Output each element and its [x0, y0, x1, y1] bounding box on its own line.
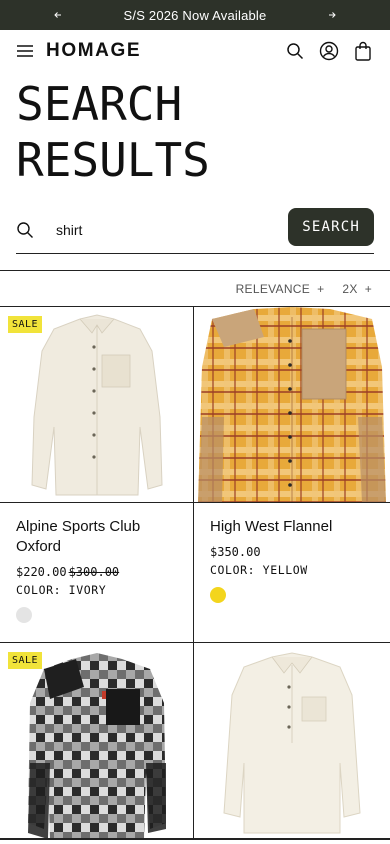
- product-image[interactable]: [194, 643, 390, 839]
- product-info: High West Flannel $350.00 COLOR: YELLOW: [194, 503, 390, 642]
- search-input[interactable]: [56, 214, 289, 245]
- product-image[interactable]: SALE: [0, 643, 193, 839]
- menu-icon[interactable]: [16, 39, 40, 63]
- sort-label: RELEVANCE: [235, 281, 311, 296]
- product-color-label: COLOR: YELLOW: [210, 563, 308, 577]
- product-card[interactable]: SALE Alpine Sports Club Oxford $220.00 $3…: [0, 307, 194, 643]
- account-icon[interactable]: [318, 40, 340, 62]
- plus-icon: +: [364, 281, 372, 296]
- product-price-row: $220.00 $300.00: [16, 565, 177, 579]
- announcement-message[interactable]: S/S 2026 Now Available: [124, 8, 267, 23]
- product-price-row: $350.00: [210, 545, 374, 559]
- product-image[interactable]: SALE: [0, 307, 193, 503]
- sale-badge: SALE: [8, 652, 43, 669]
- product-grid: SALE Alpine Sports Club Oxford $220.00 $3…: [0, 307, 390, 840]
- shirt-image-yellow-flannel: [198, 307, 386, 502]
- search-icon: [16, 218, 40, 242]
- page-title: SEARCH RESULTS: [0, 76, 390, 188]
- product-price: $350.00: [210, 545, 261, 559]
- product-price: $220.00: [16, 565, 67, 579]
- shirt-image-cream-popover: [223, 652, 361, 834]
- product-name[interactable]: Alpine Sports Club Oxford: [16, 517, 177, 557]
- grid-size-toggle[interactable]: 2X +: [342, 282, 372, 296]
- page-title-line1: SEARCH: [16, 77, 183, 131]
- color-swatch[interactable]: [210, 587, 226, 603]
- color-swatch[interactable]: [16, 607, 32, 623]
- product-info: Alpine Sports Club Oxford $220.00 $300.00…: [0, 503, 193, 642]
- product-name[interactable]: High West Flannel: [210, 517, 374, 537]
- product-card[interactable]: [194, 643, 390, 840]
- search-icon[interactable]: [284, 40, 306, 62]
- bag-icon[interactable]: [352, 40, 374, 62]
- product-color-label: COLOR: IVORY: [16, 583, 107, 597]
- header-actions: [284, 40, 374, 62]
- logo[interactable]: HOMAGE: [46, 40, 141, 62]
- announcement-bar: S/S 2026 Now Available: [0, 0, 390, 30]
- arrow-left-icon[interactable]: [46, 3, 70, 27]
- sale-badge: SALE: [8, 316, 43, 333]
- sort-relevance[interactable]: RELEVANCE +: [236, 282, 325, 296]
- product-original-price: $300.00: [68, 565, 120, 579]
- arrow-right-icon[interactable]: [320, 3, 344, 27]
- product-card[interactable]: SALE: [0, 643, 194, 840]
- page-title-line2: RESULTS: [16, 133, 210, 187]
- product-image[interactable]: [194, 307, 390, 503]
- product-card[interactable]: High West Flannel $350.00 COLOR: YELLOW: [194, 307, 390, 643]
- grid-size-label: 2X: [342, 281, 358, 296]
- site-header: HOMAGE: [0, 30, 390, 72]
- plus-icon: +: [317, 281, 325, 296]
- search-button[interactable]: SEARCH: [288, 207, 374, 246]
- search-bar: SEARCH: [16, 206, 374, 254]
- filter-bar: RELEVANCE + 2X +: [0, 270, 390, 307]
- shirt-image-ivory: [31, 314, 163, 496]
- shirt-image-black-flannel: [28, 653, 166, 838]
